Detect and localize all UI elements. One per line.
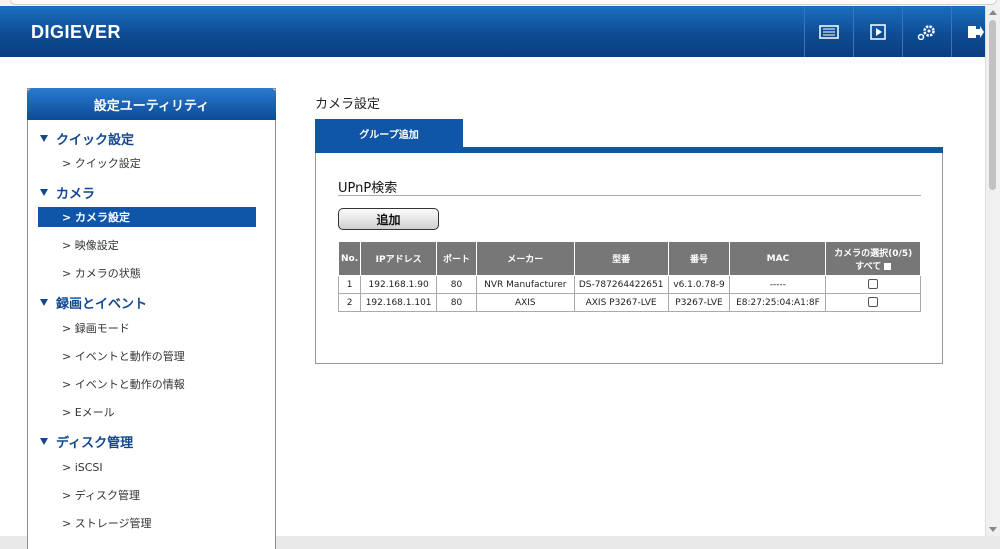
page-title: カメラ設定 xyxy=(315,97,381,112)
sidebar-item-recording-mode[interactable]: > 録画モード xyxy=(38,318,256,338)
content-area: 設定ユーティリティ クイック設定 > クイック設定 カメラ > カメラ設定 > … xyxy=(0,57,986,549)
logout-icon xyxy=(968,25,984,38)
section-label: カメラ xyxy=(56,187,96,202)
logo: DIGIEVER xyxy=(31,22,122,42)
section-label: ディスク管理 xyxy=(56,436,134,451)
sidebar-item-storage-management[interactable]: > ストレージ管理 xyxy=(38,513,256,533)
settings-button[interactable] xyxy=(902,6,951,57)
section-label: 録画とイベント xyxy=(56,297,148,312)
sidebar-item-event-info[interactable]: > イベントと動作の情報 xyxy=(38,374,256,394)
cell-version: v6.1.0.78-9 xyxy=(667,275,731,294)
upnp-search-title: UPnP検索 xyxy=(338,181,398,196)
cell-select xyxy=(825,293,921,312)
playback-button[interactable] xyxy=(853,6,902,57)
cell-port: 80 xyxy=(436,275,477,294)
header-toolbar xyxy=(804,6,1000,57)
col-header-no: No. xyxy=(337,241,362,276)
cell-model: AXIS P3267-LVE xyxy=(573,293,669,312)
sidebar-item-event-management[interactable]: > イベントと動作の管理 xyxy=(38,346,256,366)
sidebar-item-disk-management[interactable]: > ディスク管理 xyxy=(38,485,256,505)
cell-mac: ----- xyxy=(729,275,827,294)
sidebar-item-camera-settings[interactable]: > カメラ設定 xyxy=(38,207,256,227)
camera-select-checkbox[interactable] xyxy=(868,279,879,290)
sidebar-item-video-settings[interactable]: > 映像設定 xyxy=(38,235,256,255)
col-header-version: 番号 xyxy=(667,241,731,276)
cell-no: 2 xyxy=(337,293,362,312)
scroll-up-arrow-icon[interactable] xyxy=(989,10,997,15)
cell-maker: AXIS xyxy=(475,293,575,312)
monitor-icon xyxy=(819,24,839,39)
table-row[interactable]: 2 192.168.1.101 80 AXIS AXIS P3267-LVE P… xyxy=(337,293,921,312)
camera-table: No. IPアドレス ポート メーカー 型番 番号 MAC カメラの選択(0/5… xyxy=(337,241,921,312)
cell-mac: E8:27:25:04:A1:8F xyxy=(729,293,827,312)
upnp-panel: UPnP検索 追加 No. IPアドレス ポート メーカー 型番 番号 MAC … xyxy=(315,153,943,364)
select-header-label: カメラの選択(0/5) xyxy=(834,248,913,259)
scroll-thumb[interactable] xyxy=(989,20,996,190)
cell-maker: NVR Manufacturer xyxy=(475,275,575,294)
sidebar-title: 設定ユーティリティ xyxy=(27,88,276,120)
col-header-ip: IPアドレス xyxy=(360,241,438,276)
cell-version: P3267-LVE xyxy=(667,293,731,312)
sidebar-section-disk[interactable]: ディスク管理 xyxy=(40,432,133,451)
settings-icon xyxy=(917,24,935,40)
scroll-down-arrow-icon[interactable] xyxy=(989,527,997,532)
cell-select xyxy=(825,275,921,294)
cell-no: 1 xyxy=(337,275,362,294)
sidebar: 設定ユーティリティ クイック設定 > クイック設定 カメラ > カメラ設定 > … xyxy=(27,88,276,549)
cell-ip: 192.168.1.101 xyxy=(360,293,438,312)
select-all-checkbox[interactable] xyxy=(884,262,892,270)
sidebar-item-iscsi[interactable]: > iSCSI xyxy=(38,457,256,477)
col-header-model: 型番 xyxy=(573,241,669,276)
sidebar-item-camera-status[interactable]: > カメラの状態 xyxy=(38,263,256,283)
collapse-triangle-icon xyxy=(40,438,48,445)
collapse-triangle-icon xyxy=(40,299,48,306)
camera-select-checkbox[interactable] xyxy=(868,297,879,308)
table-row[interactable]: 1 192.168.1.90 80 NVR Manufacturer DS-78… xyxy=(337,275,921,294)
sidebar-section-recording[interactable]: 録画とイベント xyxy=(40,293,147,312)
add-button[interactable]: 追加 xyxy=(338,208,439,230)
select-all-label: すべて xyxy=(855,261,882,272)
page-scrollbar[interactable] xyxy=(985,6,1000,536)
table-header-row: No. IPアドレス ポート メーカー 型番 番号 MAC カメラの選択(0/5… xyxy=(337,241,921,276)
address-bar[interactable] xyxy=(10,0,997,5)
sidebar-item-email[interactable]: > Eメール xyxy=(38,402,256,422)
play-icon xyxy=(870,23,886,40)
col-header-port: ポート xyxy=(436,241,477,276)
sidebar-section-camera[interactable]: カメラ xyxy=(40,183,95,202)
cell-port: 80 xyxy=(436,293,477,312)
collapse-triangle-icon xyxy=(40,135,48,142)
monitor-button[interactable] xyxy=(804,6,853,57)
app-header: DIGIEVER xyxy=(0,6,1000,57)
col-header-select: カメラの選択(0/5) すべて xyxy=(825,241,921,276)
col-header-maker: メーカー xyxy=(475,241,575,276)
sidebar-item-quick-setup[interactable]: > クイック設定 xyxy=(38,153,256,173)
collapse-triangle-icon xyxy=(40,189,48,196)
col-header-mac: MAC xyxy=(729,241,827,276)
select-all: すべて xyxy=(828,259,918,272)
sidebar-section-quick[interactable]: クイック設定 xyxy=(40,129,134,148)
cell-ip: 192.168.1.90 xyxy=(360,275,438,294)
tab-bar: グループ追加 xyxy=(315,119,943,153)
section-label: クイック設定 xyxy=(56,133,135,148)
tab-group-add[interactable]: グループ追加 xyxy=(315,119,463,147)
divider xyxy=(338,195,921,196)
cell-model: DS-787264422651 xyxy=(573,275,669,294)
